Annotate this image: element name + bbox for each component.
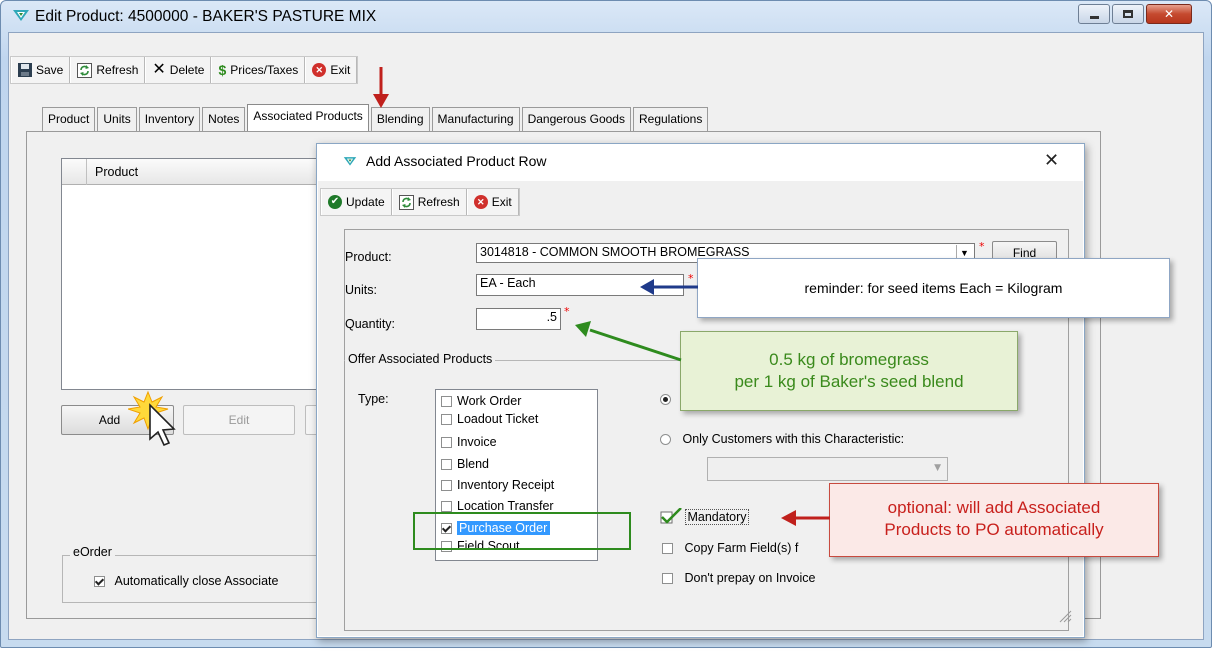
red-arrow-to-mandatory [781,510,830,526]
annotation-arrows [373,67,830,526]
red-arrow-to-tab [373,67,389,108]
blue-arrow-to-units [640,279,698,295]
green-arrow-to-quantity [575,321,682,362]
